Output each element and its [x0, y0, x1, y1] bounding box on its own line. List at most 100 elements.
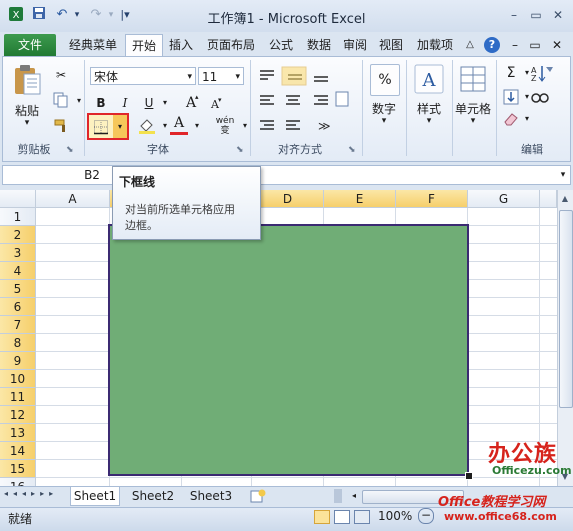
tab-file[interactable]: 文件 [4, 34, 56, 56]
column-header-a[interactable]: A [36, 190, 110, 208]
font-color-dropdown-icon[interactable]: ▾ [188, 117, 206, 135]
find-select-icon[interactable] [530, 88, 554, 106]
page-layout-view-icon[interactable] [334, 510, 350, 524]
column-header-partial[interactable] [540, 190, 557, 208]
row-header-10[interactable]: 10 [0, 370, 36, 388]
number-dropdown-icon[interactable]: ▾ [377, 116, 391, 126]
row-header-15[interactable]: 15 [0, 460, 36, 478]
tab-page-layout[interactable]: 页面布局 [202, 34, 260, 56]
name-box-value: B2 [84, 168, 100, 182]
row-header-5[interactable]: 5 [0, 280, 36, 298]
scroll-left-icon[interactable]: ◂ [346, 489, 362, 503]
border-dropdown-icon[interactable]: ▾ [113, 115, 127, 138]
status-ready: 就绪 [8, 512, 33, 526]
row-header-14[interactable]: 14 [0, 442, 36, 460]
font-size-value: 11 [202, 70, 218, 84]
font-color-button[interactable]: A [170, 115, 188, 135]
copy-icon[interactable] [52, 92, 70, 110]
sheet-tab-1[interactable]: Sheet1 [70, 487, 120, 506]
sort-filter-icon[interactable]: AZ [530, 64, 554, 83]
zoom-out-icon[interactable]: − [418, 508, 434, 524]
clipboard-launcher-icon[interactable]: ⬊ [66, 145, 74, 155]
tab-classic-menu[interactable]: 经典菜单 [64, 34, 122, 56]
alignment-launcher-icon[interactable]: ⬊ [348, 145, 356, 155]
row-header-1[interactable]: 1 [0, 208, 36, 226]
tooltip-body-line2: 边框。 [125, 219, 158, 232]
fill-handle[interactable] [465, 472, 473, 480]
bold-button[interactable]: B [92, 94, 110, 112]
format-painter-icon[interactable] [52, 118, 70, 136]
phonetic-dropdown-icon[interactable]: ▾ [236, 117, 254, 135]
styles-icon[interactable]: A [414, 64, 444, 94]
workbook-minimize-button[interactable]: – [506, 34, 524, 56]
column-header-f[interactable]: F [396, 190, 468, 208]
help-icon[interactable]: ? [484, 37, 500, 53]
tab-data[interactable]: 数据 [302, 34, 336, 56]
fill-color-icon[interactable] [138, 117, 156, 135]
clear-dropdown-icon[interactable]: ▾ [518, 110, 536, 128]
tab-home[interactable]: 开始 [125, 34, 163, 57]
clipboard-group-label: 剪贴板 [17, 143, 51, 156]
select-all-corner[interactable] [0, 190, 36, 208]
font-size-combo[interactable]: 11 ▾ [198, 67, 244, 85]
paste-dropdown-icon[interactable]: ▾ [20, 118, 34, 128]
close-button[interactable]: ✕ [548, 6, 568, 24]
underline-dropdown-icon[interactable]: ▾ [156, 94, 174, 112]
copy-dropdown-icon[interactable]: ▾ [70, 92, 88, 110]
row-header-6[interactable]: 6 [0, 298, 36, 316]
scroll-up-icon[interactable]: ▲ [558, 192, 572, 206]
expand-formula-bar-icon[interactable]: ▾ [556, 166, 570, 184]
number-button[interactable]: 数字 [366, 100, 402, 117]
normal-view-icon[interactable] [314, 510, 330, 524]
row-header-7[interactable]: 7 [0, 316, 36, 334]
zoom-level[interactable]: 100% [378, 509, 412, 523]
row-header-12[interactable]: 12 [0, 406, 36, 424]
group-separator [84, 60, 85, 156]
minimize-ribbon-icon[interactable]: △ [462, 34, 478, 56]
cells-dropdown-icon[interactable]: ▾ [466, 116, 480, 126]
row-header-8[interactable]: 8 [0, 334, 36, 352]
row-header-9[interactable]: 9 [0, 352, 36, 370]
page-break-view-icon[interactable] [354, 510, 370, 524]
selected-range-fill[interactable] [108, 224, 469, 476]
column-header-e[interactable]: E [324, 190, 396, 208]
tab-split-handle[interactable] [334, 489, 342, 503]
tab-addins[interactable]: 加载项 [412, 34, 458, 56]
cells-icon[interactable] [458, 64, 488, 94]
bottom-border-button[interactable]: ▾ [87, 113, 129, 140]
tab-formulas[interactable]: 公式 [264, 34, 298, 56]
italic-button[interactable]: I [116, 94, 134, 112]
watermark-site2: Office教程学习网 [438, 495, 546, 510]
sheet-navigation-icons[interactable]: ◂◂◂▸▸▸ [4, 489, 64, 503]
font-launcher-icon[interactable]: ⬊ [236, 145, 244, 155]
insert-sheet-icon[interactable] [250, 489, 266, 503]
svg-text:A: A [422, 70, 437, 91]
sheet-tab-3[interactable]: Sheet3 [186, 487, 236, 505]
styles-dropdown-icon[interactable]: ▾ [422, 116, 436, 126]
tab-review[interactable]: 审阅 [338, 34, 372, 56]
column-header-d[interactable]: D [252, 190, 324, 208]
tab-view[interactable]: 视图 [374, 34, 408, 56]
vertical-scroll-thumb[interactable] [559, 210, 573, 408]
watermark-url: www.office68.com [444, 510, 557, 523]
workbook-restore-button[interactable]: ▭ [526, 34, 544, 56]
cells-button[interactable]: 单元格 [452, 100, 494, 117]
styles-button[interactable]: 样式 [410, 100, 448, 117]
percent-icon[interactable]: % [370, 64, 400, 96]
cut-icon[interactable]: ✂ [52, 66, 70, 84]
workbook-close-button[interactable]: ✕ [548, 34, 566, 56]
paste-icon[interactable] [12, 64, 42, 96]
row-header-2[interactable]: 2 [0, 226, 36, 244]
row-header-3[interactable]: 3 [0, 244, 36, 262]
tab-insert[interactable]: 插入 [164, 34, 198, 56]
minimize-button[interactable]: – [504, 6, 524, 24]
row-header-4[interactable]: 4 [0, 262, 36, 280]
paste-button[interactable]: 粘贴 [8, 102, 46, 119]
restore-button[interactable]: ▭ [526, 6, 546, 24]
border-icon [93, 119, 109, 135]
column-header-g[interactable]: G [468, 190, 540, 208]
sheet-tab-2[interactable]: Sheet2 [128, 487, 178, 505]
row-header-11[interactable]: 11 [0, 388, 36, 406]
row-header-13[interactable]: 13 [0, 424, 36, 442]
font-name-combo[interactable]: 宋体 ▾ [90, 67, 196, 85]
